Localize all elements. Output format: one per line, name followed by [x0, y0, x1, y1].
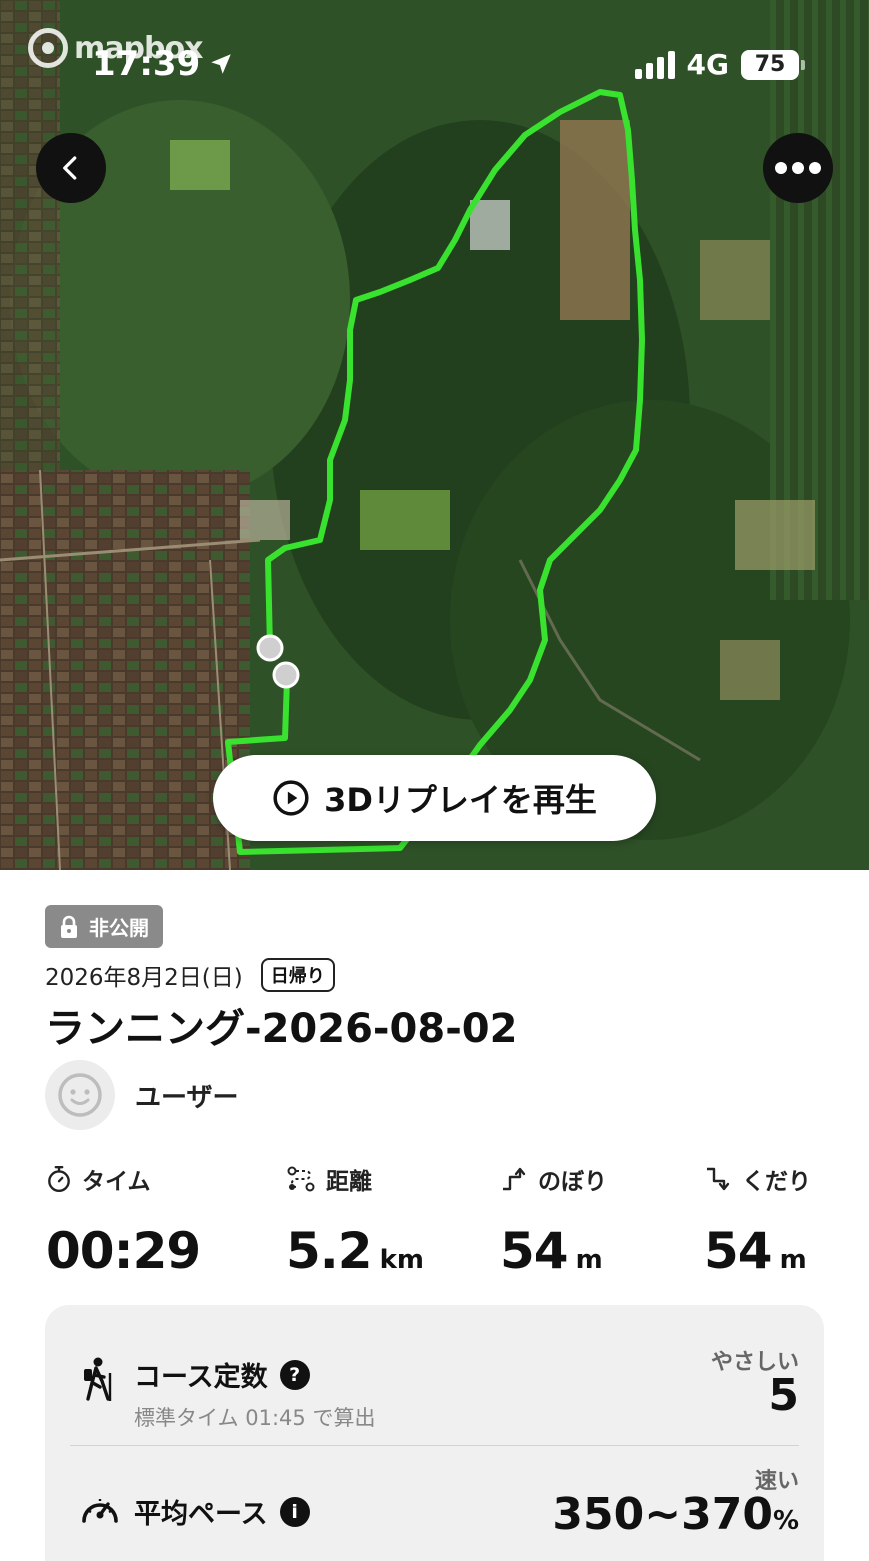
- privacy-badge: 非公開: [45, 905, 163, 948]
- more-options-button[interactable]: [763, 133, 833, 203]
- route-map[interactable]: mapbox 17:39 4G 75 3Dリプレイを再生: [0, 0, 869, 870]
- stat-distance: 距離 5.2 km: [286, 1162, 424, 1280]
- back-button[interactable]: [36, 133, 106, 203]
- summary-card: コース定数 ? 標準タイム 01:45 で算出 やさしい 5 平均ペース i 速…: [45, 1305, 824, 1561]
- play-icon: [273, 780, 309, 816]
- user-name[interactable]: ユーザー: [135, 1077, 238, 1114]
- satellite-imagery: [0, 0, 869, 870]
- status-time: 17:39: [92, 44, 234, 84]
- card-divider: [70, 1445, 799, 1446]
- date-row: 2026年8月2日(日) 日帰り: [45, 958, 335, 992]
- stat-descent-label: くだり: [742, 1169, 811, 1195]
- battery-level: 75: [754, 52, 786, 77]
- route-distance-icon: [287, 1166, 315, 1192]
- battery-icon: 75: [741, 49, 805, 80]
- more-dots-icon: [775, 162, 821, 174]
- stat-time-label: タイム: [82, 1169, 151, 1195]
- trip-type-tag: 日帰り: [260, 958, 335, 992]
- activity-title: ランニング-2026-08-02: [45, 1006, 518, 1052]
- course-constant-title: コース定数: [134, 1362, 268, 1393]
- pace-rating-unit: %: [772, 1506, 799, 1536]
- pace-rating-value: 350~370: [552, 1489, 773, 1540]
- stat-descent-value: 54: [704, 1222, 773, 1280]
- stat-distance-unit: km: [379, 1245, 424, 1275]
- chevron-left-icon: [63, 156, 77, 180]
- stat-distance-label: 距離: [326, 1169, 372, 1195]
- stat-descent: くだり 54 m: [704, 1162, 811, 1280]
- user-row[interactable]: ユーザー: [45, 1060, 238, 1130]
- network-type: 4G: [686, 48, 729, 81]
- stopwatch-icon: [48, 1165, 70, 1193]
- descent-arrow-icon: [707, 1167, 730, 1191]
- stat-ascent-unit: m: [575, 1245, 603, 1275]
- status-indicators: 4G 75: [634, 48, 805, 81]
- course-constant-sub: 標準タイム 01:45 で算出: [134, 1406, 376, 1430]
- average-pace-row: 平均ペース i 速い 350~370%: [70, 1465, 799, 1561]
- info-icon[interactable]: i: [279, 1496, 310, 1527]
- end-marker: [272, 661, 300, 689]
- help-icon[interactable]: ?: [279, 1359, 310, 1390]
- start-marker: [256, 634, 284, 662]
- signal-strength-icon: [634, 50, 675, 79]
- location-arrow-icon: [211, 54, 231, 74]
- avatar[interactable]: [45, 1060, 115, 1130]
- stat-ascent-value: 54: [500, 1222, 569, 1280]
- activity-date: 2026年8月2日(日): [45, 965, 243, 991]
- course-constant-value: 5: [768, 1370, 799, 1421]
- speedometer-icon: [80, 1491, 120, 1529]
- face-icon: [58, 1073, 102, 1117]
- activity-detail: 非公開 2026年8月2日(日) 日帰り ランニング-2026-08-02 ユー…: [0, 870, 869, 1561]
- lock-icon: [61, 915, 77, 938]
- pace-rating-value-wrap: 350~370%: [552, 1489, 799, 1540]
- course-constant-row: コース定数 ? 標準タイム 01:45 で算出 やさしい 5: [70, 1330, 799, 1450]
- replay-3d-label: 3Dリプレイを再生: [324, 781, 597, 819]
- stat-time-value: 00:29: [46, 1222, 201, 1280]
- privacy-label: 非公開: [89, 916, 149, 940]
- stat-time: タイム 00:29: [46, 1162, 201, 1280]
- stat-distance-value: 5.2: [286, 1222, 373, 1280]
- stat-ascent-label: のぼり: [538, 1169, 607, 1195]
- hiker-icon: [80, 1357, 116, 1407]
- stat-ascent: のぼり 54 m: [500, 1162, 607, 1280]
- average-pace-title: 平均ペース: [134, 1499, 268, 1530]
- replay-3d-button[interactable]: 3Dリプレイを再生: [213, 755, 656, 841]
- status-time-text: 17:39: [92, 44, 201, 84]
- ascent-arrow-icon: [503, 1167, 526, 1191]
- stat-descent-unit: m: [779, 1245, 807, 1275]
